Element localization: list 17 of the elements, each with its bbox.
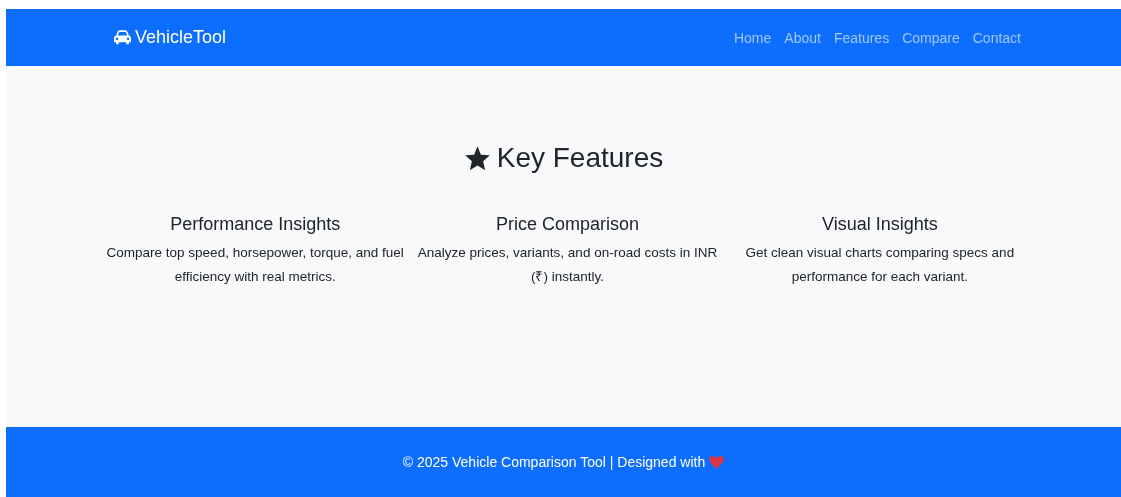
- nav-link[interactable]: Features: [833, 29, 890, 46]
- nav-link[interactable]: Home: [733, 29, 772, 46]
- feature-description: Analyze prices, variants, and on-road costs in INR (₹) instantly.: [417, 244, 718, 286]
- heart-icon: [709, 455, 725, 469]
- car-icon: [114, 30, 131, 45]
- feature-description: Get clean visual charts comparing specs and performance for each variant.: [744, 244, 1016, 286]
- nav-link[interactable]: Contact: [972, 29, 1021, 46]
- brand-link[interactable]: VehicleTool: [135, 27, 227, 48]
- feature-heading: Visual Insights: [820, 214, 939, 235]
- section-title: Key Features: [496, 142, 664, 174]
- nav-link[interactable]: Compare: [902, 29, 960, 46]
- nav-link[interactable]: About: [784, 29, 821, 46]
- feature-heading: Performance Insights: [169, 214, 342, 235]
- footer-text: © 2025 Vehicle Comparison Tool | Designed with: [402, 454, 706, 470]
- feature-description: Compare top speed, horsepower, torque, and fuel efficiency with real metrics.: [105, 244, 405, 286]
- star-icon: [463, 144, 491, 172]
- feature-heading: Price Comparison: [494, 214, 640, 235]
